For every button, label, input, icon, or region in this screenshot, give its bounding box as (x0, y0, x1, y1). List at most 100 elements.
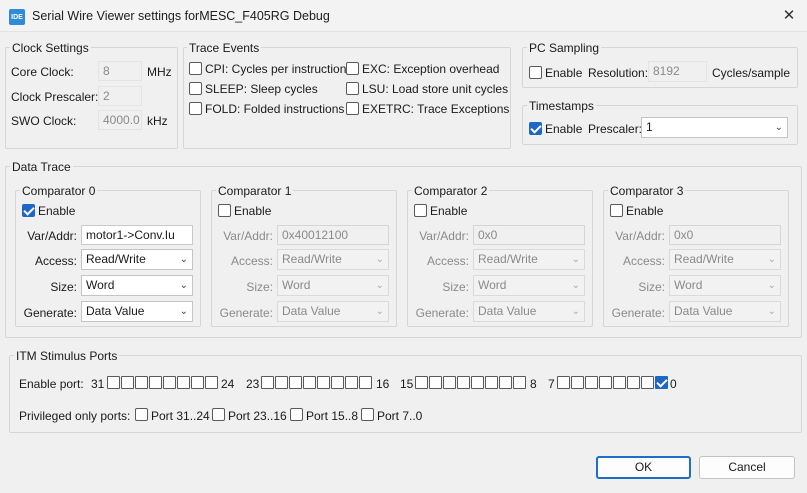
resolution-select[interactable]: 8192 (648, 61, 707, 82)
chevron-down-icon: ⌄ (375, 306, 384, 317)
cancel-button[interactable]: Cancel (699, 456, 795, 479)
comparator-2-generate-select[interactable]: Data Value ⌄ (473, 301, 585, 322)
privileged-ports-label: Privileged only ports: (19, 409, 131, 423)
comparator-1-var-label: Var/Addr: (223, 229, 273, 243)
port-1-3-checkbox[interactable] (303, 376, 316, 389)
port-3-6-checkbox[interactable] (641, 376, 654, 389)
comparator-0-enable-checkbox[interactable] (22, 204, 35, 217)
comparator-0-size-select[interactable]: Word ⌄ (81, 275, 193, 296)
port-group-0-high-label: 31 (91, 377, 105, 391)
comparator-0-generate-select[interactable]: Data Value ⌄ (81, 301, 193, 322)
port-group-3-high-label: 7 (548, 377, 555, 391)
chevron-down-icon: ⌄ (179, 306, 188, 317)
port-3-0-checkbox[interactable] (557, 376, 570, 389)
port-1-7-checkbox[interactable] (359, 376, 372, 389)
port-0-5-checkbox[interactable] (177, 376, 190, 389)
port-2-5-checkbox[interactable] (485, 376, 498, 389)
fold-checkbox[interactable] (189, 102, 202, 115)
comparator-1-enable-checkbox[interactable] (218, 204, 231, 217)
comparator-1-access-label: Access: (230, 254, 273, 268)
comparator-2-access-select[interactable]: Read/Write ⌄ (473, 249, 585, 270)
port-0-7-checkbox[interactable] (205, 376, 218, 389)
port-3-1-checkbox[interactable] (571, 376, 584, 389)
comparator-2-var-input[interactable]: 0x0 (473, 225, 585, 245)
privileged-port-0-checkbox[interactable] (135, 408, 148, 421)
comparator-1-access-value: Read/Write (282, 252, 342, 266)
port-1-5-checkbox[interactable] (331, 376, 344, 389)
port-3-2-checkbox[interactable] (585, 376, 598, 389)
comparator-2-size-select[interactable]: Word ⌄ (473, 275, 585, 296)
chevron-down-icon: ⌄ (179, 280, 188, 291)
privileged-port-3-checkbox[interactable] (361, 408, 374, 421)
pc-sampling-legend: PC Sampling (527, 41, 602, 55)
ok-button[interactable]: OK (596, 456, 691, 479)
close-icon[interactable]: ✕ (778, 6, 800, 26)
window-title: Serial Wire Viewer settings forMESC_F405… (32, 9, 330, 23)
timestamps-enable-checkbox[interactable] (529, 122, 542, 135)
port-3-4-checkbox[interactable] (613, 376, 626, 389)
port-1-6-checkbox[interactable] (345, 376, 358, 389)
comparator-3-size-select[interactable]: Word ⌄ (669, 275, 781, 296)
comparator-3-size-label: Size: (638, 280, 665, 294)
port-2-2-checkbox[interactable] (443, 376, 456, 389)
port-3-7-checkbox[interactable] (655, 376, 668, 389)
sleep-label: SLEEP: Sleep cycles (205, 82, 318, 96)
timestamps-prescaler-select[interactable]: 1 ⌄ (641, 117, 788, 138)
comparator-2-access-label: Access: (426, 254, 469, 268)
port-1-1-checkbox[interactable] (275, 376, 288, 389)
pc-sampling-enable-checkbox[interactable] (529, 66, 542, 79)
privileged-port-2-checkbox[interactable] (290, 408, 303, 421)
comparator-0-var-input[interactable]: motor1->Conv.Iu (81, 225, 193, 245)
comparator-2-enable-checkbox[interactable] (414, 204, 427, 217)
timestamps-legend: Timestamps (527, 99, 596, 113)
app-icon: IDE (9, 9, 25, 25)
port-2-1-checkbox[interactable] (429, 376, 442, 389)
cpi-checkbox[interactable] (189, 62, 202, 75)
port-0-0-checkbox[interactable] (107, 376, 120, 389)
port-2-6-checkbox[interactable] (499, 376, 512, 389)
comparator-1-enable-label: Enable (234, 204, 272, 218)
port-2-4-checkbox[interactable] (471, 376, 484, 389)
comparator-2-enable-label: Enable (430, 204, 468, 218)
lsu-checkbox[interactable] (346, 82, 359, 95)
port-0-4-checkbox[interactable] (163, 376, 176, 389)
comparator-0-access-select[interactable]: Read/Write ⌄ (81, 249, 193, 270)
comparator-3-generate-value: Data Value (674, 304, 733, 318)
port-2-7-checkbox[interactable] (513, 376, 526, 389)
port-group-1-low-label: 16 (376, 377, 390, 391)
comparator-1-var-input[interactable]: 0x40012100 (277, 225, 389, 245)
port-1-2-checkbox[interactable] (289, 376, 302, 389)
comparator-2-size-label: Size: (442, 280, 469, 294)
comparator-3-generate-select[interactable]: Data Value ⌄ (669, 301, 781, 322)
port-1-0-checkbox[interactable] (261, 376, 274, 389)
port-0-6-checkbox[interactable] (191, 376, 204, 389)
port-0-2-checkbox[interactable] (135, 376, 148, 389)
exetrc-checkbox[interactable] (346, 102, 359, 115)
chevron-down-icon: ⌄ (571, 306, 580, 317)
comparator-3-var-input[interactable]: 0x0 (669, 225, 781, 245)
comparator-1-size-label: Size: (246, 280, 273, 294)
comparator-1-access-select[interactable]: Read/Write ⌄ (277, 249, 389, 270)
data-trace-legend: Data Trace (10, 160, 73, 174)
exc-checkbox[interactable] (346, 62, 359, 75)
port-0-3-checkbox[interactable] (149, 376, 162, 389)
comparator-3-enable-checkbox[interactable] (610, 204, 623, 217)
sleep-checkbox[interactable] (189, 82, 202, 95)
chevron-down-icon: ⌄ (571, 254, 580, 265)
port-group-2-high-label: 15 (400, 377, 414, 391)
port-2-0-checkbox[interactable] (415, 376, 428, 389)
privileged-port-1-checkbox[interactable] (212, 408, 225, 421)
comparator-0-generate-label: Generate: (23, 306, 77, 320)
comparator-1-generate-label: Generate: (219, 306, 273, 320)
core-clock-unit: MHz (147, 65, 172, 79)
port-0-1-checkbox[interactable] (121, 376, 134, 389)
comparator-3-access-select[interactable]: Read/Write ⌄ (669, 249, 781, 270)
timestamps-enable-label: Enable (545, 122, 583, 136)
comparator-1-generate-select[interactable]: Data Value ⌄ (277, 301, 389, 322)
port-1-4-checkbox[interactable] (317, 376, 330, 389)
comparator-3-access-label: Access: (622, 254, 665, 268)
port-2-3-checkbox[interactable] (457, 376, 470, 389)
port-3-3-checkbox[interactable] (599, 376, 612, 389)
comparator-1-size-select[interactable]: Word ⌄ (277, 275, 389, 296)
port-3-5-checkbox[interactable] (627, 376, 640, 389)
